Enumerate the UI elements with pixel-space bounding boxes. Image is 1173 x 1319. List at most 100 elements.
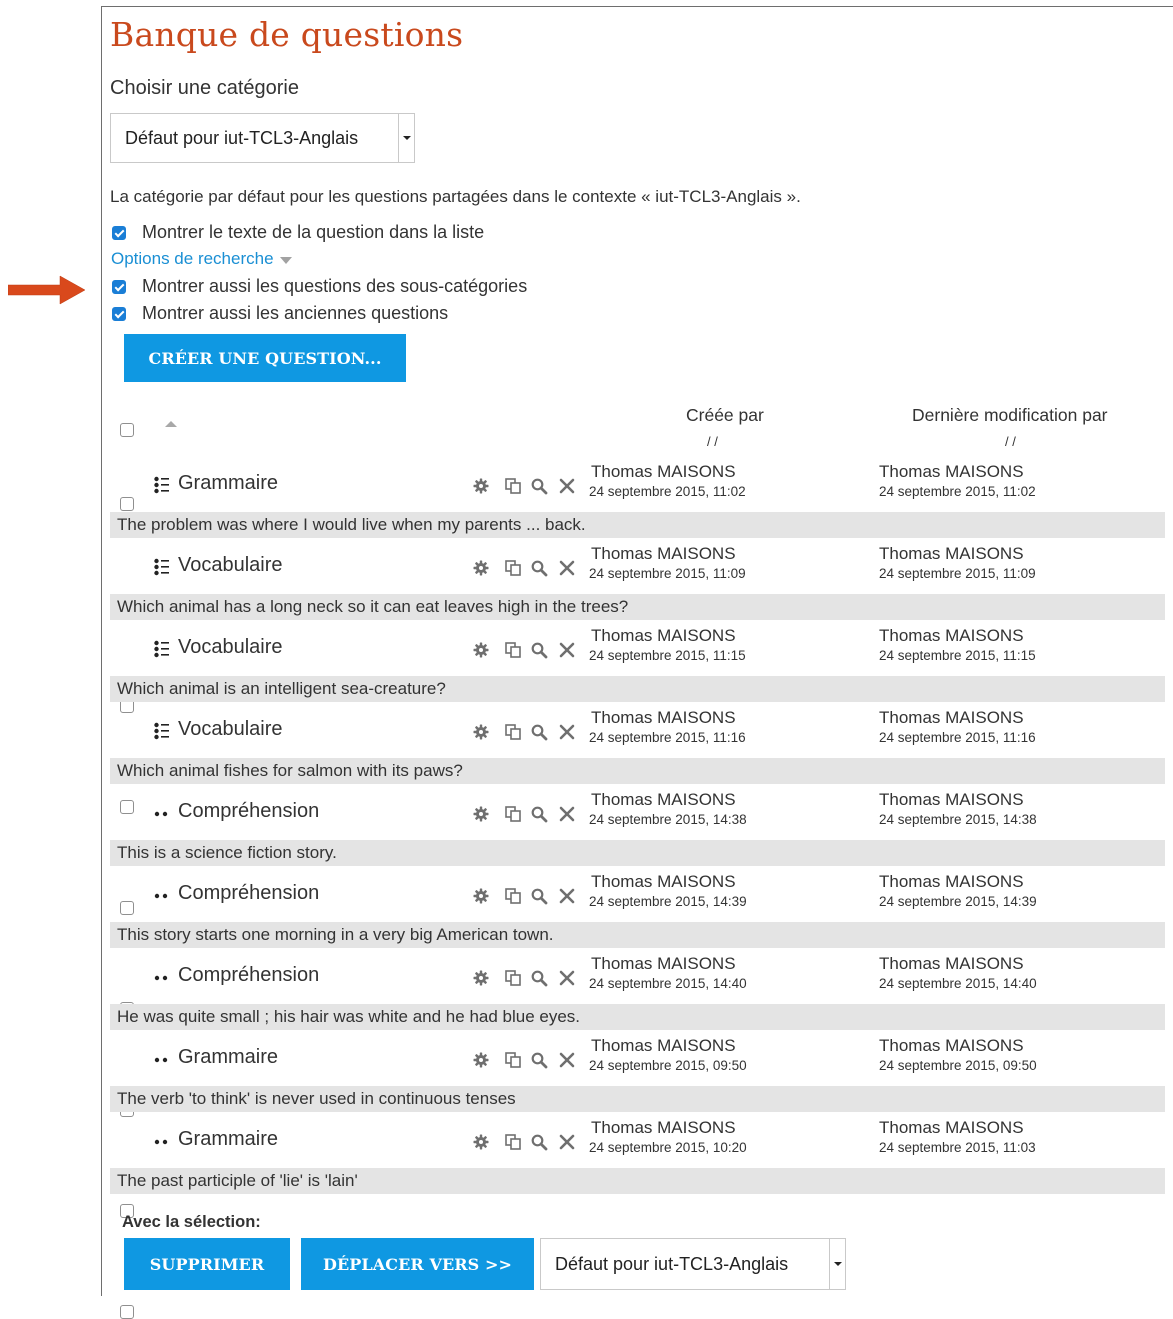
modified-date: 24 septembre 2015, 11:09 bbox=[879, 566, 1036, 581]
select-all-checkbox[interactable] bbox=[120, 423, 134, 437]
question-name: Grammaire bbox=[178, 1128, 279, 1150]
delete-icon[interactable] bbox=[558, 887, 576, 910]
delete-icon[interactable] bbox=[558, 1133, 576, 1156]
question-name: Vocabulaire bbox=[178, 554, 283, 576]
copy-icon[interactable] bbox=[504, 723, 522, 746]
copy-icon[interactable] bbox=[504, 559, 522, 582]
delete-icon[interactable] bbox=[558, 477, 576, 500]
delete-icon[interactable] bbox=[558, 641, 576, 664]
show-question-text-label: Montrer le texte de la question dans la … bbox=[142, 222, 485, 242]
chevron-down-icon[interactable] bbox=[829, 1239, 845, 1289]
multichoice-icon bbox=[154, 475, 170, 500]
move-target-select[interactable]: Défaut pour iut-TCL3-Anglais bbox=[540, 1238, 846, 1290]
created-date: 24 septembre 2015, 14:39 bbox=[589, 894, 747, 909]
delete-icon[interactable] bbox=[558, 805, 576, 828]
preview-icon[interactable] bbox=[530, 559, 548, 582]
preview-icon[interactable] bbox=[530, 641, 548, 664]
delete-icon[interactable] bbox=[558, 723, 576, 746]
modified-date: 24 septembre 2015, 14:40 bbox=[879, 976, 1037, 991]
preview-icon[interactable] bbox=[530, 969, 548, 992]
gear-icon[interactable] bbox=[472, 723, 490, 746]
gear-icon[interactable] bbox=[472, 1051, 490, 1074]
gear-icon[interactable] bbox=[472, 477, 490, 500]
column-modified-by[interactable]: Dernière modification par bbox=[912, 405, 1108, 426]
preview-icon[interactable] bbox=[530, 477, 548, 500]
created-sort-options[interactable]: / / bbox=[707, 434, 718, 449]
search-options-toggle[interactable]: Options de recherche bbox=[111, 249, 292, 269]
copy-icon[interactable] bbox=[504, 1133, 522, 1156]
copy-icon[interactable] bbox=[504, 477, 522, 500]
modified-by-name: Thomas MAISONS bbox=[879, 462, 1024, 481]
modified-date: 24 septembre 2015, 11:02 bbox=[879, 484, 1036, 499]
question-name: Compréhension bbox=[178, 800, 320, 822]
search-options-label: Options de recherche bbox=[111, 249, 274, 268]
created-date: 24 septembre 2015, 09:50 bbox=[589, 1058, 747, 1073]
created-by-name: Thomas MAISONS bbox=[591, 462, 736, 481]
created-by-name: Thomas MAISONS bbox=[591, 544, 736, 563]
question-select-checkbox[interactable] bbox=[120, 901, 134, 915]
modified-date: 24 septembre 2015, 09:50 bbox=[879, 1058, 1037, 1073]
delete-icon[interactable] bbox=[558, 1051, 576, 1074]
question-name: Grammaire bbox=[178, 472, 279, 494]
preview-icon[interactable] bbox=[530, 723, 548, 746]
gear-icon[interactable] bbox=[472, 559, 490, 582]
chevron-down-icon[interactable] bbox=[398, 114, 414, 162]
copy-icon[interactable] bbox=[504, 1051, 522, 1074]
copy-icon[interactable] bbox=[504, 887, 522, 910]
show-subcategories-option[interactable]: Montrer aussi les questions des sous-cat… bbox=[112, 276, 527, 297]
question-select-checkbox[interactable] bbox=[120, 1305, 134, 1319]
delete-button[interactable]: SUPPRIMER bbox=[124, 1238, 290, 1290]
modified-by-name: Thomas MAISONS bbox=[879, 954, 1024, 973]
page-title: Banque de questions bbox=[110, 15, 464, 54]
show-subcategories-checkbox[interactable] bbox=[112, 279, 126, 294]
copy-icon[interactable] bbox=[504, 805, 522, 828]
question-name: Grammaire bbox=[178, 1046, 279, 1068]
modified-by-name: Thomas MAISONS bbox=[879, 544, 1024, 563]
preview-icon[interactable] bbox=[530, 1051, 548, 1074]
preview-icon[interactable] bbox=[530, 887, 548, 910]
modified-sort-options[interactable]: / / bbox=[1005, 434, 1016, 449]
preview-icon[interactable] bbox=[530, 805, 548, 828]
show-old-questions-checkbox[interactable] bbox=[112, 306, 126, 321]
question-text: The past participle of 'lie' is 'lain' bbox=[110, 1168, 1165, 1194]
question-actions bbox=[472, 723, 584, 741]
copy-icon[interactable] bbox=[504, 641, 522, 664]
sort-ascending-icon[interactable] bbox=[165, 421, 177, 427]
gear-icon[interactable] bbox=[472, 805, 490, 828]
preview-icon[interactable] bbox=[530, 1133, 548, 1156]
delete-icon[interactable] bbox=[558, 969, 576, 992]
created-by-name: Thomas MAISONS bbox=[591, 626, 736, 645]
truefalse-icon bbox=[154, 885, 170, 910]
choose-category-label: Choisir une catégorie bbox=[110, 77, 299, 99]
show-question-text-checkbox[interactable] bbox=[112, 225, 126, 240]
gear-icon[interactable] bbox=[472, 641, 490, 664]
show-old-questions-option[interactable]: Montrer aussi les anciennes questions bbox=[112, 303, 448, 324]
created-date: 24 septembre 2015, 14:40 bbox=[589, 976, 747, 991]
created-by-name: Thomas MAISONS bbox=[591, 1036, 736, 1055]
modified-by-name: Thomas MAISONS bbox=[879, 626, 1024, 645]
question-select-checkbox[interactable] bbox=[120, 497, 134, 511]
copy-icon[interactable] bbox=[504, 969, 522, 992]
question-actions bbox=[472, 805, 584, 823]
move-to-button[interactable]: DÉPLACER VERS >> bbox=[301, 1238, 534, 1290]
question-actions bbox=[472, 887, 584, 905]
question-select-checkbox[interactable] bbox=[120, 800, 134, 814]
modified-by-name: Thomas MAISONS bbox=[879, 1118, 1024, 1137]
question-name: Compréhension bbox=[178, 964, 320, 986]
column-created-by[interactable]: Créée par bbox=[686, 405, 764, 426]
create-question-button[interactable]: CRÉER UNE QUESTION... bbox=[124, 334, 406, 382]
question-text: Which animal is an intelligent sea-creat… bbox=[110, 676, 1165, 702]
gear-icon[interactable] bbox=[472, 1133, 490, 1156]
modified-by-name: Thomas MAISONS bbox=[879, 708, 1024, 727]
modified-date: 24 septembre 2015, 11:16 bbox=[879, 730, 1036, 745]
with-selection-label: Avec la sélection: bbox=[122, 1213, 261, 1231]
arrow-right-icon bbox=[8, 275, 86, 305]
gear-icon[interactable] bbox=[472, 887, 490, 910]
question-actions bbox=[472, 641, 584, 659]
show-question-text-option[interactable]: Montrer le texte de la question dans la … bbox=[112, 222, 484, 243]
question-actions bbox=[472, 1133, 584, 1151]
question-text: This story starts one morning in a very … bbox=[110, 922, 1165, 948]
delete-icon[interactable] bbox=[558, 559, 576, 582]
category-select[interactable]: Défaut pour iut-TCL3-Anglais bbox=[110, 113, 415, 163]
gear-icon[interactable] bbox=[472, 969, 490, 992]
